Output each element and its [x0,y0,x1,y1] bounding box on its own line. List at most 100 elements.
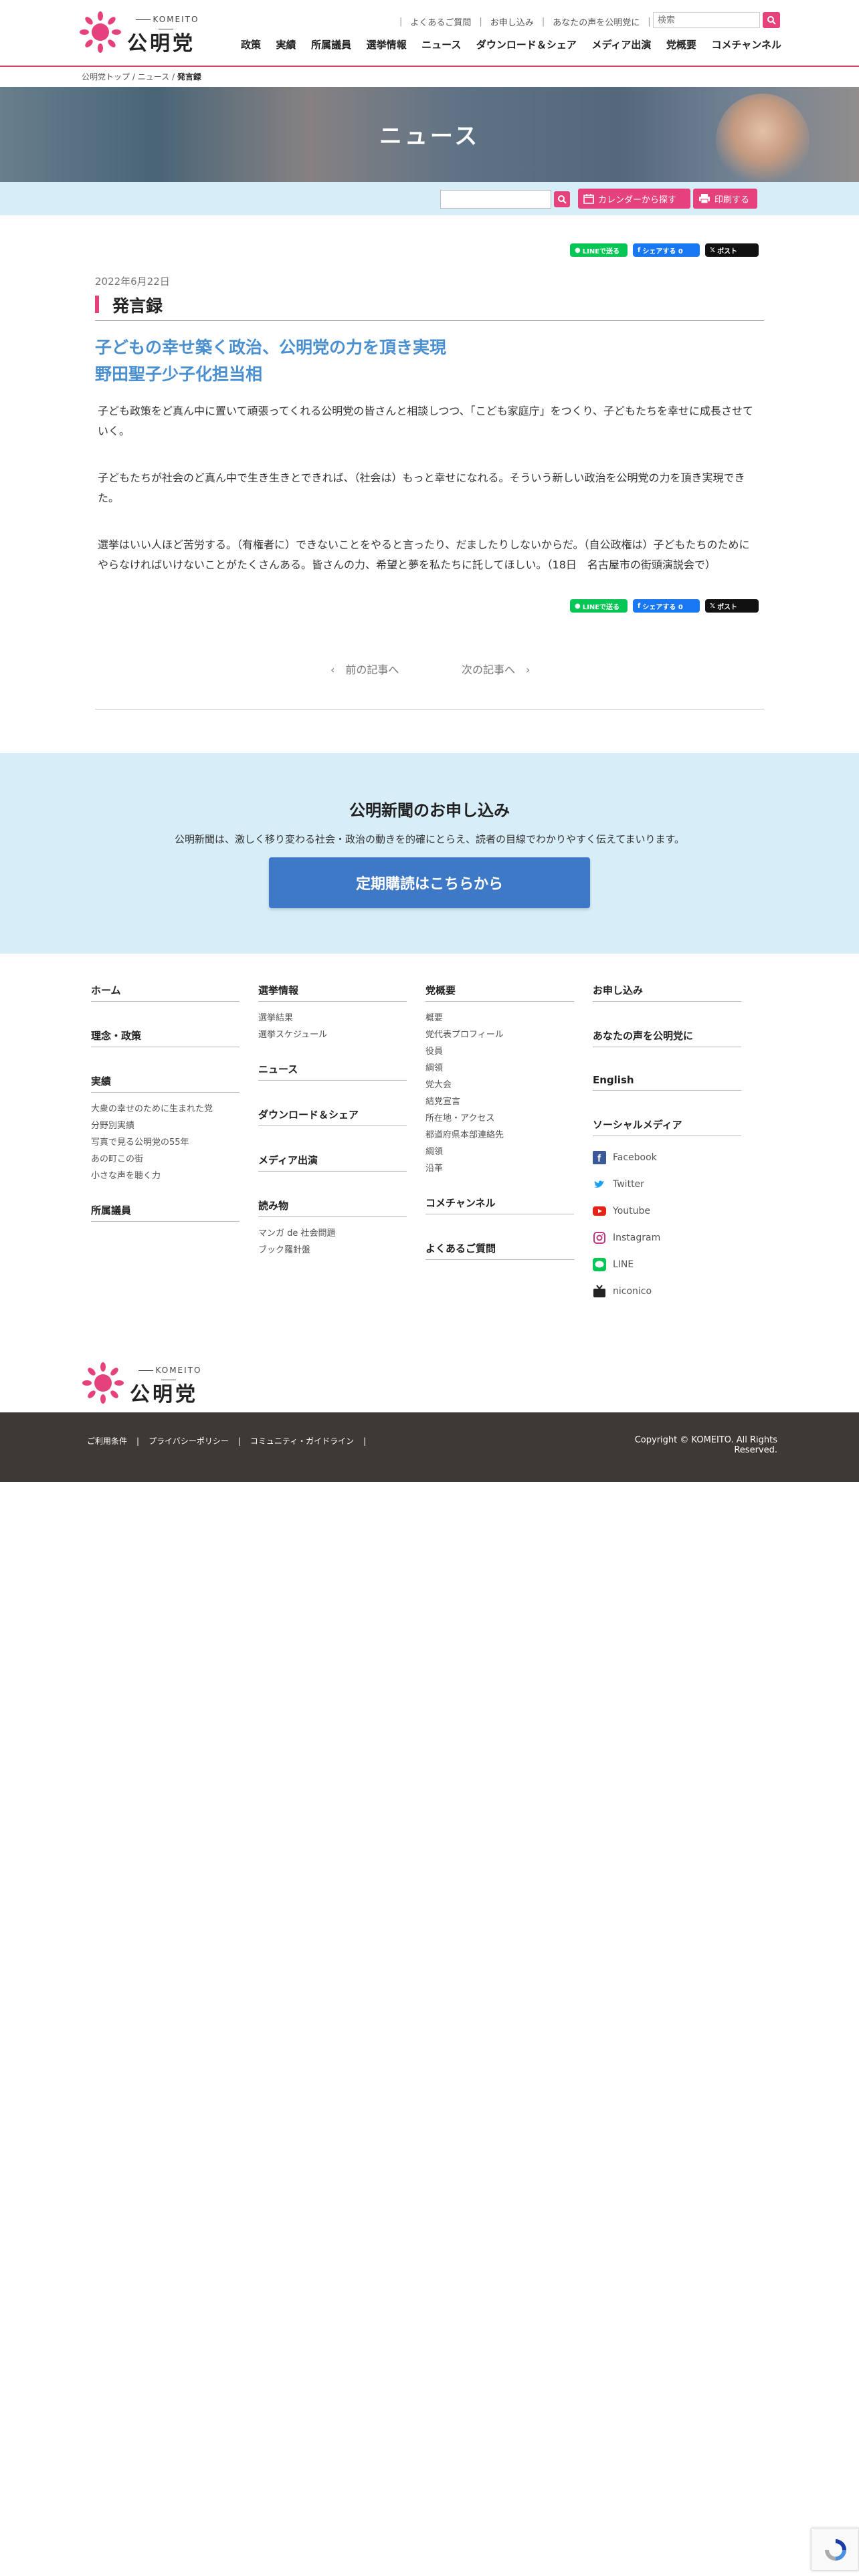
breadcrumb-separator: / [132,72,135,82]
footer-sublink[interactable]: 写真で見る公明党の55年 [91,1134,240,1151]
youtube-icon [593,1206,606,1216]
x-post-label: ポスト [717,247,738,255]
line-share-button[interactable]: ● LINEで送る [570,243,628,257]
footer-sublink[interactable]: 綱領 [425,1144,574,1160]
footer-sublink[interactable]: 分野別実績 [91,1117,240,1134]
footer-link-voice[interactable]: あなたの声を公明党に [593,1029,741,1047]
footer-link-reading[interactable]: 読み物 [258,1198,407,1217]
utility-links: | よくあるご質問 | お申し込み | あなたの声を公明党に | [399,15,651,28]
footer-sublink[interactable]: マンガ de 社会問題 [258,1225,407,1242]
copyright: Copyright © KOMEITO. All Rights Reserved… [634,1435,777,1455]
breadcrumb-current: 発言録 [177,72,201,82]
line-share-button[interactable]: ● LINEで送る [570,599,628,613]
recaptcha-badge[interactable] [811,2528,859,2571]
breadcrumb: 公明党トップ / ニュース / 発言録 [82,71,201,82]
x-post-button[interactable]: 𝕏 ポスト [705,599,759,613]
social-link-facebook[interactable]: f Facebook [593,1144,741,1171]
footer-link-election[interactable]: 選挙情報 [258,983,407,1002]
footer-sublink[interactable]: 党大会 [425,1077,574,1093]
subscribe-button[interactable]: 定期購読はこちらから [269,857,590,908]
print-button[interactable]: 印刷する [693,189,757,209]
news-search-input[interactable] [440,190,551,209]
facebook-icon: f [638,246,641,254]
footer-link-home[interactable]: ホーム [91,983,240,1002]
footer-sublink[interactable]: あの町この街 [91,1151,240,1168]
util-link-apply[interactable]: お申し込み [490,15,534,28]
footer-link-apply[interactable]: お申し込み [593,983,741,1002]
logo-japanese: 公明党 [127,32,195,56]
social-link-niconico[interactable]: niconico [593,1278,741,1305]
facebook-icon: f [593,1151,606,1164]
nav-item-election[interactable]: 選挙情報 [367,37,407,51]
nav-item-about[interactable]: 党概要 [666,37,696,51]
footer-sublink[interactable]: ブック羅針盤 [258,1242,407,1259]
news-search-button[interactable] [554,191,570,207]
main-nav: 政策 実績 所属議員 選挙情報 ニュース ダウンロード＆シェア メディア出演 党… [241,37,781,51]
terms-link[interactable]: ご利用条件 [87,1435,127,1446]
breadcrumb-home[interactable]: 公明党トップ [82,72,130,82]
footer-sublink[interactable]: 都道府県本部連絡先 [425,1127,574,1144]
social-link-twitter[interactable]: Twitter [593,1171,741,1198]
social-link-line[interactable]: LINE [593,1251,741,1278]
line-share-label: LINEで送る [582,247,620,255]
footer-sublink[interactable]: 選挙結果 [258,1010,407,1027]
footer-social-heading: ソーシャルメディア [593,1117,741,1136]
facebook-share-button[interactable]: f シェアする 0 [633,243,700,257]
privacy-link[interactable]: プライバシーポリシー [149,1435,229,1446]
footer-link-download[interactable]: ダウンロード＆シェア [258,1107,407,1126]
footer-link-media[interactable]: メディア出演 [258,1153,407,1172]
footer-sublink[interactable]: 概要 [425,1010,574,1027]
util-link-voice[interactable]: あなたの声を公明党に [553,15,640,28]
footer-sublink[interactable]: 所在地・アクセス [425,1110,574,1127]
social-link-instagram[interactable]: Instagram [593,1224,741,1251]
footer-link-channel[interactable]: コメチャンネル [425,1196,574,1214]
social-label: Youtube [613,1206,650,1216]
footer-sublink[interactable]: 役員 [425,1043,574,1060]
search-icon [767,16,776,25]
article-paragraph: 子ども政策をど真ん中に置いて頑張ってくれる公明党の皆さんと相談しつつ、「こども家… [98,405,754,437]
footer-sublink[interactable]: 大衆の幸せのために生まれた党 [91,1101,240,1117]
nav-item-results[interactable]: 実績 [276,37,296,51]
x-post-label: ポスト [717,603,738,611]
next-article-link[interactable]: 次の記事へ › [462,661,530,677]
footer-link-about[interactable]: 党概要 [425,983,574,1002]
subscription-text: 公明新聞は、激しく移り変わる社会・政治の動きを的確にとらえ、読者の目線でわかりや… [174,833,684,845]
nav-item-members[interactable]: 所属議員 [311,37,351,51]
footer-link-policy[interactable]: 理念・政策 [91,1029,240,1047]
footer-sublink[interactable]: 党代表プロフィール [425,1027,574,1043]
article-title-line-1: 子どもの幸せ築く政治、公明党の力を頂き実現 [95,338,447,357]
footer-link-faq[interactable]: よくあるご質問 [425,1241,574,1260]
calendar-search-button[interactable]: カレンダーから探す [578,189,690,209]
footer-link-news[interactable]: ニュース [258,1062,407,1081]
footer-sublink[interactable]: 選挙スケジュール [258,1027,407,1043]
footer-logo[interactable]: KOMEITO 公明党 [82,1359,215,1406]
util-link-faq[interactable]: よくあるご質問 [410,15,471,28]
header-search-input[interactable] [653,12,760,28]
nav-item-download[interactable]: ダウンロード＆シェア [476,37,577,51]
article-category-heading: 発言録 [95,293,764,321]
site-logo[interactable]: KOMEITO 公明党 [79,8,213,56]
line-icon [593,1258,606,1271]
footer-sublink[interactable]: 綱領 [425,1060,574,1077]
header-search-button[interactable] [763,12,780,28]
footer-sublink[interactable]: 沿革 [425,1160,574,1177]
social-link-youtube[interactable]: Youtube [593,1198,741,1224]
breadcrumb-news[interactable]: ニュース [138,72,169,82]
article-category: 発言録 [112,296,163,316]
footer-link-results[interactable]: 実績 [91,1074,240,1093]
x-icon: 𝕏 [710,602,716,610]
nav-item-channel[interactable]: コメチャンネル [711,37,781,51]
nav-item-media[interactable]: メディア出演 [591,37,651,51]
nav-item-policy[interactable]: 政策 [241,37,261,51]
footer-sublink[interactable]: 結党宣言 [425,1093,574,1110]
community-guideline-link[interactable]: コミュニティ・ガイドライン [250,1435,354,1446]
x-post-button[interactable]: 𝕏 ポスト [705,243,759,257]
social-label: LINE [613,1259,634,1270]
social-label: Instagram [613,1232,661,1243]
footer-link-members[interactable]: 所属議員 [91,1203,240,1222]
footer-sublink[interactable]: 小さな声を聴く力 [91,1168,240,1184]
footer-link-english[interactable]: English [593,1074,741,1091]
prev-article-link[interactable]: ‹ 前の記事へ [330,661,399,677]
facebook-share-button[interactable]: f シェアする 0 [633,599,700,613]
nav-item-news[interactable]: ニュース [421,37,461,51]
